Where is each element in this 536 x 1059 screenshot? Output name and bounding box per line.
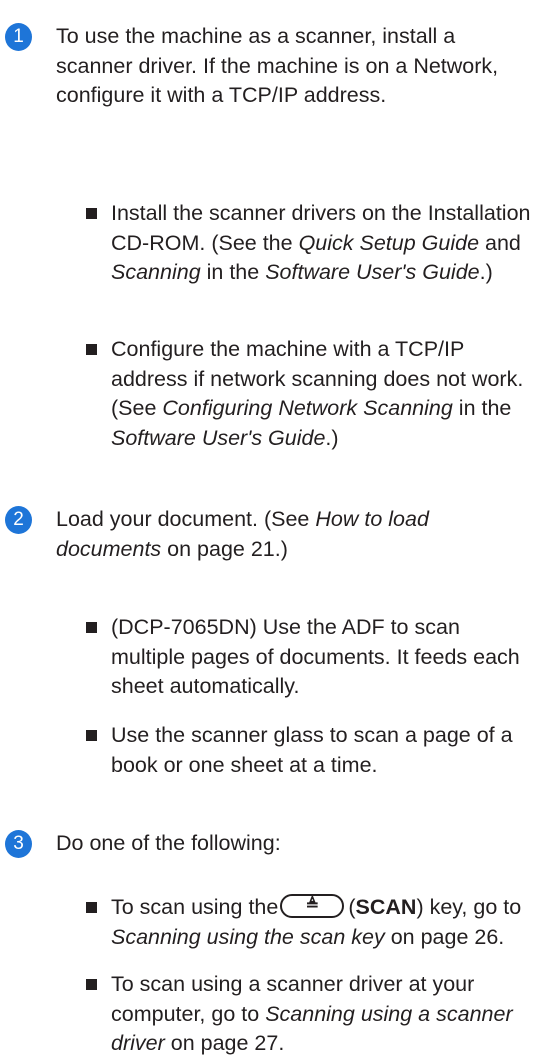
manual-page: 1 To use the machine as a scanner, insta… [0,0,536,1055]
square-bullet-icon [86,622,97,633]
bullet-text: Use the scanner glass to scan a page of … [111,723,513,777]
square-bullet-icon [86,344,97,355]
step-3-bullet-1: To scan using the ≜ (SCAN) key, go to Scan… [86,893,532,952]
step-number-badge: 3 [5,830,32,858]
step-1-bullet-2: Configure the machine with a TCP/IP addr… [86,335,532,453]
step-2-bullet-1: (DCP-7065DN) Use the ADF to scan multipl… [86,613,532,702]
square-bullet-icon [86,730,97,741]
square-bullet-icon [86,979,97,990]
bullet-text: To scan using a scanner driver at your c… [111,972,513,1055]
step-3-text: Do one of the following: [56,831,281,855]
square-bullet-icon [86,902,97,913]
step-number-badge: 2 [5,506,32,534]
bullet-text: To scan using the ≜ (SCAN) key, go to Scan… [111,894,522,949]
step-1-bullet-1: Install the scanner drivers on the Insta… [86,199,532,288]
square-bullet-icon [86,208,97,219]
bullet-text: (DCP-7065DN) Use the ADF to scan multipl… [111,615,520,698]
step-2-text: Load your document. (See How to load doc… [56,507,429,561]
step-number-badge: 1 [5,23,32,51]
step-1-text: To use the machine as a scanner, install… [56,24,499,107]
bullet-text: Install the scanner drivers on the Insta… [111,201,531,284]
step-3-bullet-2: To scan using a scanner driver at your c… [86,970,532,1059]
bullet-text: Configure the machine with a TCP/IP addr… [111,337,524,450]
scan-key-icon: ≜ [280,894,345,919]
step-2-bullet-2: Use the scanner glass to scan a page of … [86,721,532,780]
